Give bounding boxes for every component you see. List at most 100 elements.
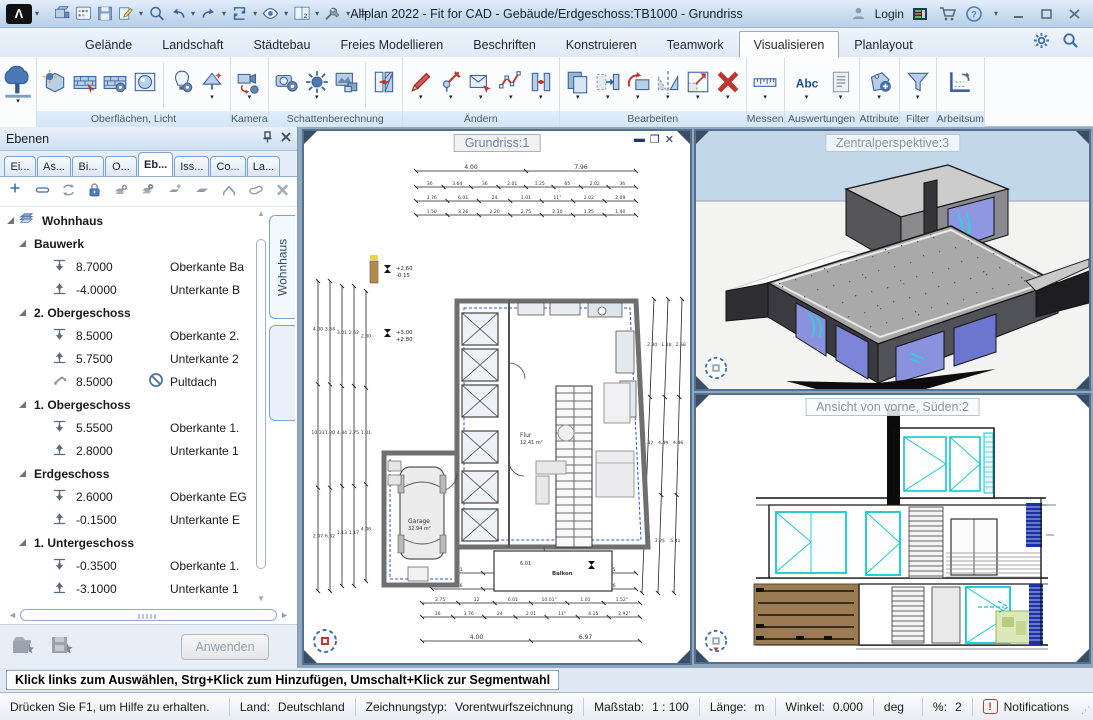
pin-icon[interactable] [262,131,273,146]
help-icon[interactable]: ? [964,4,985,24]
ribbon-tab-gel-nde[interactable]: Gelände [70,31,147,57]
camera-path-icon[interactable]: ▾ [234,69,264,102]
scale-icon[interactable]: ▾ [683,69,713,102]
panel-close-icon[interactable] [281,131,291,146]
tree-row[interactable]: -4.0000 Unterkante B [0,278,258,301]
expander-icon[interactable] [18,398,28,412]
regenerate-icon-caret[interactable]: ▾ [253,9,257,18]
panel-tab-o[interactable]: O... [105,156,137,176]
remove-icon[interactable] [34,182,51,201]
tree-row[interactable]: Fundament [0,600,258,607]
report-icon[interactable]: ▾ [826,69,856,102]
tag-icon[interactable]: ▾ [864,69,894,102]
layer-add-icon[interactable] [112,182,130,201]
viewport-minimize-icon[interactable]: ▬ [634,133,645,146]
expander-icon[interactable] [18,536,28,550]
tree-row[interactable]: -3.1000 Unterkante 1 [0,577,258,600]
poly-icon[interactable]: ▾ [496,69,526,102]
xred-icon[interactable]: ▾ [713,69,743,102]
logo-caret-icon[interactable]: ▾ [35,9,39,18]
viewport-zentralperspektive[interactable]: Zentralperspektive:3 [694,129,1091,391]
save-favorite-icon[interactable] [50,635,74,658]
scroll-right-icon[interactable]: ► [280,610,289,620]
notifications-button[interactable]: ! Notifications [973,699,1079,714]
link-icon[interactable] [247,182,265,201]
tools-icon-caret[interactable]: ▾ [346,9,350,18]
ribbon-tab-st-dtebau[interactable]: Städtebau [238,31,325,57]
close-button[interactable] [1063,6,1085,22]
tree-row[interactable]: -0.3500 Oberkante 1. [0,554,258,577]
view-icon-caret[interactable]: ▾ [284,9,288,18]
view-icon[interactable] [260,4,281,24]
delete-icon[interactable] [274,182,291,201]
slab-icon[interactable] [193,182,211,201]
status-field-lnge[interactable]: Länge:m [700,700,775,714]
copy-icon[interactable]: ▾ [563,69,593,102]
viewport-ansicht-sueden[interactable]: Ansicht von vorne, Süden:2 [694,393,1091,664]
zoom-icon[interactable] [146,4,167,24]
tree-row[interactable]: Bauwerk [0,232,258,255]
expander-icon[interactable] [18,467,28,481]
allplan-logo[interactable]: Λ [6,4,32,24]
ribbon-tab-konstruieren[interactable]: Konstruieren [551,31,652,57]
project-open-icon[interactable] [52,4,73,24]
redo-icon-caret[interactable]: ▾ [222,9,226,18]
ribbon-tab-landschaft[interactable]: Landschaft [147,31,238,57]
minimize-button[interactable] [1007,6,1029,22]
ribbon-tab-visualisieren[interactable]: Visualisieren [739,31,840,57]
regenerate-icon[interactable] [229,4,250,24]
undo-icon[interactable] [167,4,188,24]
more-icon[interactable] [353,4,374,24]
tree-row[interactable]: 5.7500 Unterkante 2 [0,347,258,370]
expander-icon[interactable] [18,237,28,251]
tree-vertical-scrollbar[interactable]: ▲ ▼ [256,215,267,595]
plant-icon[interactable]: ▾ [3,65,33,106]
sphere-box-icon[interactable] [130,69,160,102]
navigation-compass-icon[interactable] [704,629,728,656]
lock-icon[interactable] [86,182,103,201]
layer-copy-icon[interactable] [166,182,184,201]
tree-row[interactable]: 2.6000 Oberkante EG [0,485,258,508]
status-field-mastab[interactable]: Maßstab:1 : 100 [584,700,699,714]
tree-row[interactable]: 5.5500 Oberkante 1. [0,416,258,439]
sphere-sun-icon[interactable] [40,69,70,102]
shop-cart-icon[interactable] [937,4,958,24]
images-icon[interactable] [332,69,362,102]
allmenu-icon[interactable] [910,4,931,24]
wall-gear-icon[interactable] [100,69,130,102]
wall-pick-icon[interactable] [70,69,100,102]
redo-icon[interactable] [198,4,219,24]
edit-icon[interactable] [115,4,136,24]
undo-icon-caret[interactable]: ▾ [191,9,195,18]
funnel-icon[interactable]: ▾ [903,69,933,102]
edit-icon-caret[interactable]: ▾ [139,9,143,18]
side-tab-empty[interactable] [269,325,295,421]
status-field-%[interactable]: %:2 [923,700,972,714]
status-field-zeichnungstyp[interactable]: Zeichnungstyp:Vorentwurfszeichnung [356,700,583,714]
navigation-compass-icon[interactable] [312,628,338,657]
viewport-title[interactable]: Zentralperspektive:3 [825,134,960,152]
tree-row[interactable]: 8.5000 Pultdach [0,370,258,393]
swap-icon[interactable] [60,182,77,201]
login-link[interactable]: Login [875,7,904,21]
tree-row[interactable]: Wohnhaus [0,209,258,232]
pin-icon[interactable]: ▾ [436,69,466,102]
window-split-icon-caret[interactable]: ▾ [315,9,319,18]
move-icon[interactable]: ▾ [593,69,623,102]
panel-tab-bi[interactable]: Bi... [72,156,104,176]
tree-row[interactable]: 1. Untergeschoss [0,531,258,554]
viewport-maximize-icon[interactable]: ❐ [650,133,660,146]
lamp-icon[interactable]: ▾ [197,69,227,102]
tree-row[interactable]: 1. Obergeschoss [0,393,258,416]
maximize-button[interactable] [1035,6,1057,22]
user-icon[interactable] [848,4,869,24]
viewport-title[interactable]: Ansicht von vorne, Süden:2 [805,398,980,416]
help-caret-icon[interactable]: ▾ [994,9,998,18]
tree-horizontal-scrollbar[interactable]: ◄ ► [6,608,291,623]
panel-tab-as[interactable]: As... [37,156,71,176]
status-field-deg[interactable]: deg [874,700,922,714]
panel-tab-eb[interactable]: Eb... [138,152,173,176]
tree-row[interactable]: Erdgeschoss [0,462,258,485]
expander-icon[interactable] [18,306,28,320]
viewport-grundriss[interactable]: Grundriss:1 ▬ ❐ ✕ 4.007.96363.64362.011.… [302,129,692,665]
